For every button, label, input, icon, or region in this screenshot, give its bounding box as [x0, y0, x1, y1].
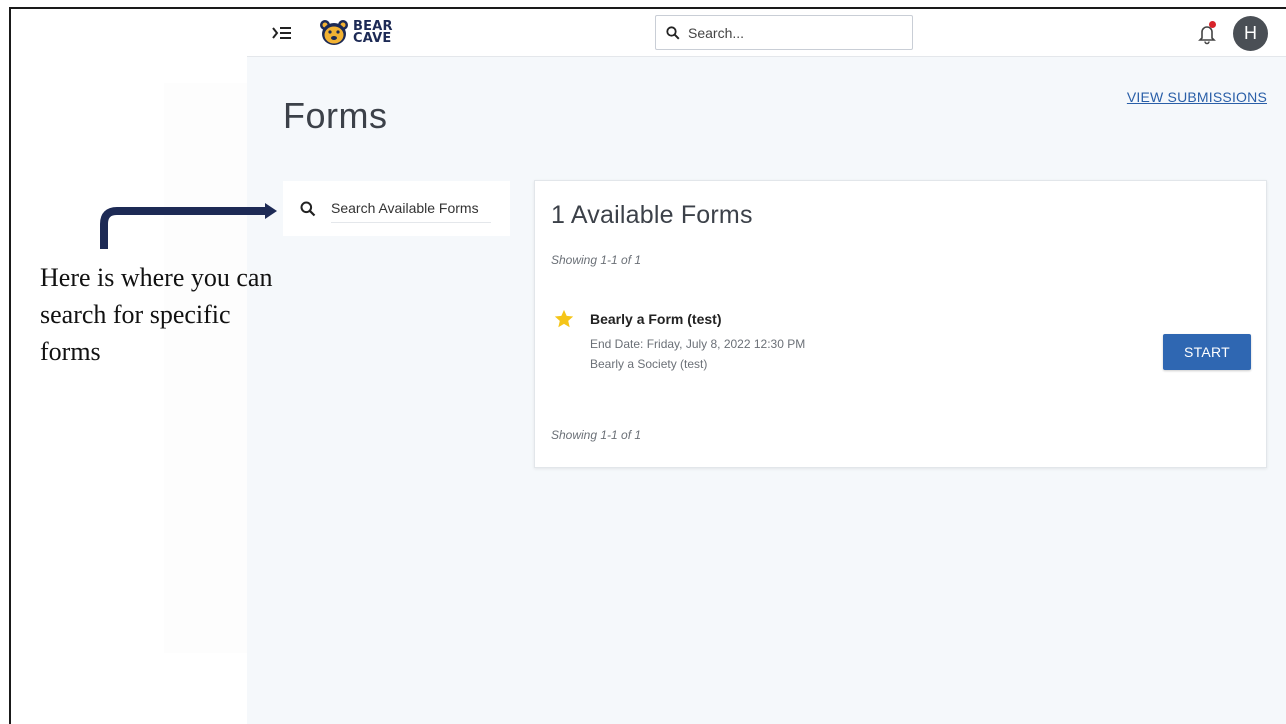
- logo-text-cave: CAVE: [353, 31, 392, 46]
- form-organization: Bearly a Society (test): [590, 357, 708, 371]
- search-icon: [666, 25, 680, 40]
- app-window: BEAR CAVE H Forms VIEW SU: [247, 9, 1286, 724]
- form-end-date: End Date: Friday, July 8, 2022 12:30 PM: [590, 337, 806, 351]
- slide-frame: BEAR CAVE H Forms VIEW SU: [9, 7, 1286, 724]
- favorite-star-icon[interactable]: [553, 308, 575, 330]
- annotation-text: Here is where you can search for specifi…: [40, 263, 273, 366]
- available-forms-title: 1 Available Forms: [551, 201, 753, 229]
- user-avatar[interactable]: H: [1233, 16, 1268, 51]
- notifications-bell-icon[interactable]: [1195, 21, 1219, 45]
- bear-cave-logo[interactable]: BEAR CAVE: [319, 18, 393, 48]
- search-forms-input[interactable]: [331, 194, 491, 223]
- bear-head-icon: [320, 20, 348, 45]
- annotation-arrow-icon: [100, 203, 277, 249]
- global-search-input[interactable]: [688, 24, 888, 41]
- top-bar: BEAR CAVE H: [247, 9, 1286, 57]
- notification-dot: [1209, 21, 1216, 28]
- start-button[interactable]: START: [1163, 334, 1251, 370]
- pagination-summary-top: Showing 1-1 of 1: [551, 253, 642, 267]
- form-name[interactable]: Bearly a Form (test): [590, 311, 721, 327]
- search-forms-box[interactable]: [283, 181, 510, 236]
- global-search-box[interactable]: [655, 15, 913, 50]
- view-submissions-link[interactable]: VIEW SUBMISSIONS: [1127, 89, 1267, 105]
- pagination-summary-bottom: Showing 1-1 of 1: [551, 428, 642, 442]
- available-forms-card: 1 Available Forms Showing 1-1 of 1 Bearl…: [534, 180, 1267, 468]
